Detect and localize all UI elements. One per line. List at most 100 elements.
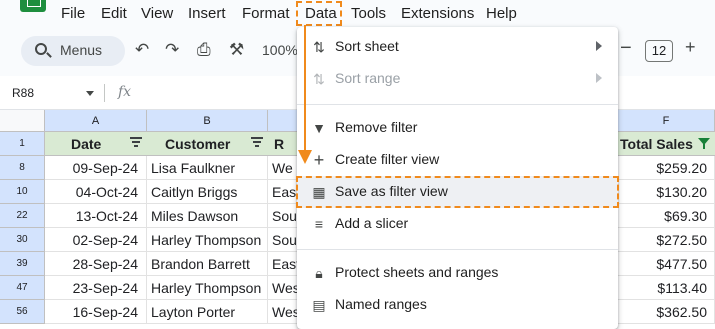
menu-edit[interactable]: Edit bbox=[101, 5, 127, 22]
search-icon bbox=[35, 43, 47, 55]
undo-icon[interactable]: ↶ bbox=[135, 40, 149, 60]
create-filter-view-label: Create filter view bbox=[335, 151, 440, 167]
total-sales-cell[interactable]: $130.20 bbox=[618, 180, 715, 204]
row-header-1[interactable]: 1 bbox=[0, 132, 45, 156]
region-cell[interactable]: Sou bbox=[268, 228, 298, 252]
row-header[interactable]: 22 bbox=[0, 204, 45, 228]
total-sales-cell[interactable]: $259.20 bbox=[618, 156, 715, 180]
menu-tools[interactable]: Tools bbox=[351, 5, 386, 22]
date-cell[interactable]: 04-Oct-24 bbox=[45, 180, 147, 204]
menu-view[interactable]: View bbox=[141, 5, 173, 22]
submenu-arrow-icon bbox=[596, 73, 602, 83]
customer-cell[interactable]: Layton Porter bbox=[147, 300, 268, 324]
menu-help[interactable]: Help bbox=[486, 5, 517, 22]
menu-item-sort-range[interactable]: ⇅ Sort range bbox=[297, 63, 618, 95]
header-customer: Customer bbox=[165, 136, 231, 152]
sheets-logo-icon[interactable] bbox=[20, 0, 46, 12]
customer-cell[interactable]: Caitlyn Briggs bbox=[147, 180, 268, 204]
row-header[interactable]: 56 bbox=[0, 300, 45, 324]
select-all-corner[interactable] bbox=[0, 110, 45, 132]
menu-item-remove-filter[interactable]: ▼ Remove filter bbox=[297, 112, 618, 144]
submenu-arrow-icon bbox=[596, 41, 602, 51]
date-cell[interactable]: 02-Sep-24 bbox=[45, 228, 147, 252]
region-cell[interactable]: Wes bbox=[268, 300, 298, 324]
region-cell[interactable]: We bbox=[268, 156, 298, 180]
row-header[interactable]: 47 bbox=[0, 276, 45, 300]
zoom-select[interactable]: 100% bbox=[262, 42, 298, 58]
row-header[interactable]: 8 bbox=[0, 156, 45, 180]
column-header-b[interactable]: B bbox=[147, 110, 268, 132]
header-total-sales: Total Sales bbox=[620, 136, 693, 152]
filter-icon[interactable] bbox=[130, 137, 142, 149]
menu-item-sort-sheet[interactable]: ⇅ Sort sheet bbox=[297, 31, 618, 63]
filter-active-stem bbox=[703, 144, 705, 149]
menu-item-add-slicer[interactable]: ≡ Add a slicer bbox=[297, 208, 618, 240]
decrease-font-size-button[interactable]: − bbox=[620, 37, 632, 60]
save-filter-view-highlight bbox=[296, 176, 619, 208]
header-date: Date bbox=[71, 136, 102, 152]
total-sales-cell[interactable]: $113.40 bbox=[618, 276, 715, 300]
customer-cell[interactable]: Lisa Faulkner bbox=[147, 156, 268, 180]
named-ranges-label: Named ranges bbox=[335, 296, 427, 312]
total-sales-cell[interactable]: $477.50 bbox=[618, 252, 715, 276]
increase-font-size-button[interactable]: + bbox=[685, 37, 696, 58]
date-cell[interactable]: 13-Oct-24 bbox=[45, 204, 147, 228]
fx-icon: fx bbox=[118, 84, 132, 100]
redo-icon[interactable]: ↷ bbox=[165, 40, 179, 60]
sort-icon: ⇅ bbox=[313, 71, 325, 87]
total-sales-cell[interactable]: $362.50 bbox=[618, 300, 715, 324]
date-cell[interactable]: 23-Sep-24 bbox=[45, 276, 147, 300]
menu-item-protect-sheets[interactable]: 🔒︎ Protect sheets and ranges bbox=[297, 257, 618, 289]
named-ranges-icon: ▤ bbox=[312, 297, 326, 313]
header-region: R bbox=[274, 136, 285, 152]
total-sales-cell[interactable]: $69.30 bbox=[618, 204, 715, 228]
add-slicer-label: Add a slicer bbox=[335, 215, 409, 231]
sort-icon: ⇅ bbox=[313, 39, 325, 55]
data-menu-highlight bbox=[296, 1, 342, 26]
region-cell[interactable]: Sou bbox=[268, 204, 298, 228]
menu-format[interactable]: Format bbox=[242, 5, 290, 22]
date-cell[interactable]: 28-Sep-24 bbox=[45, 252, 147, 276]
column-header-f[interactable]: F bbox=[618, 110, 715, 132]
print-icon[interactable]: ⎙ bbox=[197, 40, 211, 60]
sort-range-label: Sort range bbox=[335, 70, 401, 86]
filter-icon[interactable] bbox=[251, 137, 263, 149]
name-box-dropdown-icon[interactable] bbox=[86, 91, 94, 96]
row-header[interactable]: 30 bbox=[0, 228, 45, 252]
menu-divider bbox=[297, 249, 618, 250]
menu-file[interactable]: File bbox=[61, 5, 85, 22]
search-menus-button[interactable]: Menus bbox=[21, 36, 125, 66]
formula-bar-divider bbox=[104, 84, 105, 102]
filter-funnel-icon: ▼ bbox=[312, 120, 326, 136]
protect-label: Protect sheets and ranges bbox=[335, 264, 499, 280]
lock-icon: 🔒︎ bbox=[315, 265, 323, 281]
remove-filter-label: Remove filter bbox=[335, 119, 418, 135]
customer-cell[interactable]: Harley Thompson bbox=[147, 228, 268, 252]
region-cell[interactable]: East bbox=[268, 252, 298, 276]
date-cell[interactable]: 09-Sep-24 bbox=[45, 156, 147, 180]
row-header[interactable]: 39 bbox=[0, 252, 45, 276]
customer-cell[interactable]: Brandon Barrett bbox=[147, 252, 268, 276]
customer-cell[interactable]: Miles Dawson bbox=[147, 204, 268, 228]
menu-item-create-filter-view[interactable]: + Create filter view bbox=[297, 144, 618, 176]
region-cell[interactable]: East bbox=[268, 180, 298, 204]
column-header-c[interactable] bbox=[268, 110, 298, 132]
name-box[interactable]: R88 bbox=[12, 86, 34, 100]
menu-insert[interactable]: Insert bbox=[188, 5, 226, 22]
plus-icon: + bbox=[313, 150, 325, 170]
callout-arrow-head-icon bbox=[298, 150, 312, 164]
menu-item-named-ranges[interactable]: ▤ Named ranges bbox=[297, 289, 618, 321]
slicer-icon: ≡ bbox=[314, 216, 324, 232]
region-cell[interactable]: Wes bbox=[268, 276, 298, 300]
date-cell[interactable]: 16-Sep-24 bbox=[45, 300, 147, 324]
menu-bar: File Edit View Insert Format Data Tools … bbox=[0, 0, 715, 28]
row-header[interactable]: 10 bbox=[0, 180, 45, 204]
column-header-a[interactable]: A bbox=[45, 110, 147, 132]
menu-extensions[interactable]: Extensions bbox=[401, 5, 474, 22]
paint-format-icon[interactable]: ⚒ bbox=[229, 40, 244, 60]
customer-cell[interactable]: Harley Thompson bbox=[147, 276, 268, 300]
font-size-input[interactable]: 12 bbox=[645, 40, 673, 62]
menu-divider bbox=[297, 104, 618, 105]
menus-label: Menus bbox=[60, 42, 103, 58]
total-sales-cell[interactable]: $272.50 bbox=[618, 228, 715, 252]
